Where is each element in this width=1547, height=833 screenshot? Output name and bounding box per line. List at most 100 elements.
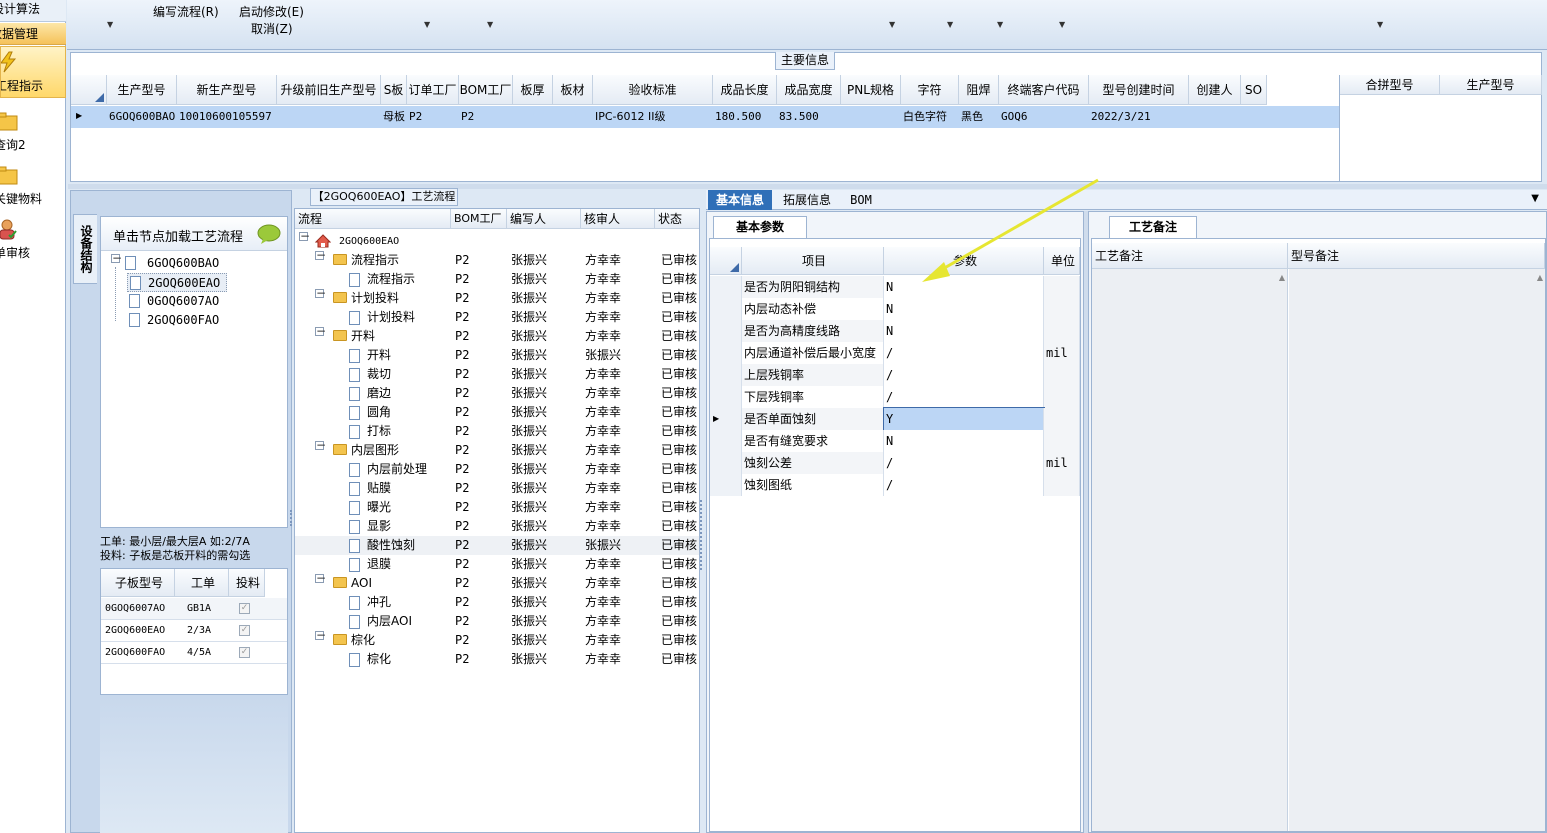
main-col-header[interactable]: 阻焊 [959, 75, 999, 105]
flow-row[interactable]: 冲孔 P2 张振兴 方幸幸 已审核 [295, 593, 699, 612]
flow-row[interactable]: 开料 P2 张振兴 张振兴 已审核 [295, 346, 699, 365]
start-modify-button[interactable]: 启动修改(E) [239, 3, 304, 20]
flow-row[interactable]: 计划投料 P2 张振兴 方幸幸 已审核 [295, 308, 699, 327]
param-row[interactable]: 蚀刻图纸 / [710, 474, 1080, 496]
main-col-header[interactable]: 生产型号 [107, 75, 177, 105]
main-col-header[interactable]: 型号创建时间 [1089, 75, 1189, 105]
main-cell[interactable]: 黑色 [959, 107, 999, 127]
main-col-header[interactable]: S板 [381, 75, 407, 105]
model-notes-textarea[interactable]: ▲ [1289, 269, 1545, 831]
flow-row[interactable]: 曝光 P2 张振兴 方幸幸 已审核 [295, 498, 699, 517]
param-value[interactable]: N [884, 320, 1044, 342]
nav-item-key-materials[interactable]: 关键物料 [0, 160, 66, 212]
nav-top-item[interactable]: 设计算法 [0, 0, 66, 22]
param-value[interactable]: / [884, 474, 1044, 496]
main-cell[interactable] [553, 107, 593, 127]
splitter-grip[interactable] [290, 510, 294, 526]
flow-row[interactable]: 圆角 P2 张振兴 方幸幸 已审核 [295, 403, 699, 422]
structure-tree-node-selected[interactable]: 2GOQ600EAO [127, 273, 227, 292]
flow-row[interactable]: 贴膜 P2 张振兴 方幸幸 已审核 [295, 479, 699, 498]
param-row[interactable]: 内层动态补偿 N [710, 298, 1080, 320]
main-cell[interactable]: 白色字符 [901, 107, 959, 127]
main-col-header[interactable]: 成品长度 [713, 75, 777, 105]
param-row[interactable]: 是否为高精度线路 N [710, 320, 1080, 342]
flow-row[interactable]: − 棕化 P2 张振兴 方幸幸 已审核 [295, 629, 699, 650]
main-cell[interactable]: 83.500 [777, 107, 841, 127]
nav-item-order-review[interactable]: 单审核 [0, 214, 66, 266]
main-cell[interactable] [513, 107, 553, 127]
param-value[interactable]: N [884, 298, 1044, 320]
flow-row[interactable]: 棕化 P2 张振兴 方幸幸 已审核 [295, 650, 699, 669]
horizontal-splitter[interactable] [68, 184, 1547, 189]
main-cell[interactable]: 10010600105597 [177, 107, 277, 127]
param-value[interactable]: / [884, 386, 1044, 408]
main-col-header[interactable]: 成品宽度 [777, 75, 841, 105]
main-col-header[interactable]: PNL规格 [841, 75, 901, 105]
flow-row[interactable]: 显影 P2 张振兴 方幸幸 已审核 [295, 517, 699, 536]
tab-process-notes[interactable]: 工艺备注 [1109, 216, 1197, 238]
main-cell[interactable] [1189, 107, 1241, 127]
dropdown-arrow-icon[interactable]: ▼ [107, 20, 113, 29]
param-value[interactable]: / [884, 342, 1044, 364]
nav-item-process-instruction[interactable]: 工程指示 [0, 46, 66, 98]
main-cell[interactable] [841, 107, 901, 127]
sub-board-row[interactable]: 0GOQ6007AO GB1A ✓ [101, 598, 287, 620]
main-col-header[interactable]: 终端客户代码 [999, 75, 1089, 105]
dropdown-arrow-icon[interactable]: ▼ [1059, 20, 1065, 29]
param-value[interactable]: / [884, 452, 1044, 474]
main-col-header[interactable]: 板厚 [513, 75, 553, 105]
flow-row[interactable]: 内层AOI P2 张振兴 方幸幸 已审核 [295, 612, 699, 631]
main-cell[interactable] [1241, 107, 1267, 127]
main-cell[interactable] [277, 107, 381, 127]
tab-extended-info[interactable]: 拓展信息 [778, 190, 836, 210]
flow-row[interactable]: 流程指示 P2 张振兴 方幸幸 已审核 [295, 270, 699, 289]
main-col-header[interactable]: 升级前旧生产型号 [277, 75, 381, 105]
tab-basic-info[interactable]: 基本信息 [708, 190, 772, 210]
flow-row[interactable]: − 计划投料 P2 张振兴 方幸幸 已审核 [295, 287, 699, 308]
main-col-header[interactable]: SO [1241, 75, 1267, 105]
nav-section-data-management[interactable]: 数据管理 [0, 23, 66, 45]
equipment-structure-vertical-tab[interactable]: 设备结构 [73, 214, 97, 284]
main-cell[interactable]: 6GOQ600BAO [107, 107, 177, 127]
param-row[interactable]: 上层残铜率 / [710, 364, 1080, 386]
main-col-header[interactable]: BOM工厂 [459, 75, 513, 105]
flow-row[interactable]: 打标 P2 张振兴 方幸幸 已审核 [295, 422, 699, 441]
main-cell[interactable]: IPC-6012 II级 [593, 107, 713, 127]
flow-row[interactable]: − 内层图形 P2 张振兴 方幸幸 已审核 [295, 439, 699, 460]
param-row[interactable]: 下层残铜率 / [710, 386, 1080, 408]
flow-row[interactable]: 退膜 P2 张振兴 方幸幸 已审核 [295, 555, 699, 574]
dropdown-arrow-icon[interactable]: ▼ [997, 20, 1003, 29]
main-col-header[interactable]: 板材 [553, 75, 593, 105]
main-col-header[interactable]: 字符 [901, 75, 959, 105]
main-col-header[interactable]: 订单工厂 [407, 75, 459, 105]
main-cell[interactable]: 2022/3/21 [1089, 107, 1189, 127]
param-row[interactable]: ▶ 是否单面蚀刻 Y [710, 407, 1080, 431]
main-cell[interactable]: GOQ6 [999, 107, 1089, 127]
sub-board-row[interactable]: 2GOQ600FAO 4/5A ✓ [101, 642, 287, 664]
param-value[interactable]: N [884, 430, 1044, 452]
flow-row[interactable]: 内层前处理 P2 张振兴 方幸幸 已审核 [295, 460, 699, 479]
flow-row[interactable]: 磨边 P2 张振兴 方幸幸 已审核 [295, 384, 699, 403]
param-row[interactable]: 是否有缝宽要求 N [710, 430, 1080, 452]
flow-row[interactable]: 裁切 P2 张振兴 方幸幸 已审核 [295, 365, 699, 384]
cancel-button[interactable]: 取消(Z) [251, 20, 293, 37]
tab-bom[interactable]: BOM [842, 190, 880, 210]
feeding-checkbox[interactable]: ✓ [239, 647, 250, 658]
feeding-checkbox[interactable]: ✓ [239, 625, 250, 636]
process-notes-textarea[interactable]: ▲ [1092, 269, 1288, 831]
feeding-checkbox[interactable]: ✓ [239, 603, 250, 614]
param-row[interactable]: 内层通道补偿后最小宽度 / mil [710, 342, 1080, 364]
param-row[interactable]: 蚀刻公差 / mil [710, 452, 1080, 474]
param-value[interactable]: / [884, 364, 1044, 386]
chevron-down-icon[interactable]: ▼ [1531, 193, 1539, 204]
main-col-header[interactable]: 新生产型号 [177, 75, 277, 105]
main-cell[interactable]: 母板 [381, 107, 407, 127]
main-cell[interactable]: 180.500 [713, 107, 777, 127]
dropdown-arrow-icon[interactable]: ▼ [1377, 20, 1383, 29]
main-cell[interactable]: P2 [459, 107, 513, 127]
param-value[interactable]: Y [883, 407, 1045, 431]
sub-board-row[interactable]: 2GOQ600EAO 2/3A ✓ [101, 620, 287, 642]
nav-item-query2[interactable]: 查询2 [0, 106, 66, 158]
edit-flow-button[interactable]: 编写流程(R) [153, 3, 219, 20]
flow-row[interactable]: − 开料 P2 张振兴 方幸幸 已审核 [295, 325, 699, 346]
